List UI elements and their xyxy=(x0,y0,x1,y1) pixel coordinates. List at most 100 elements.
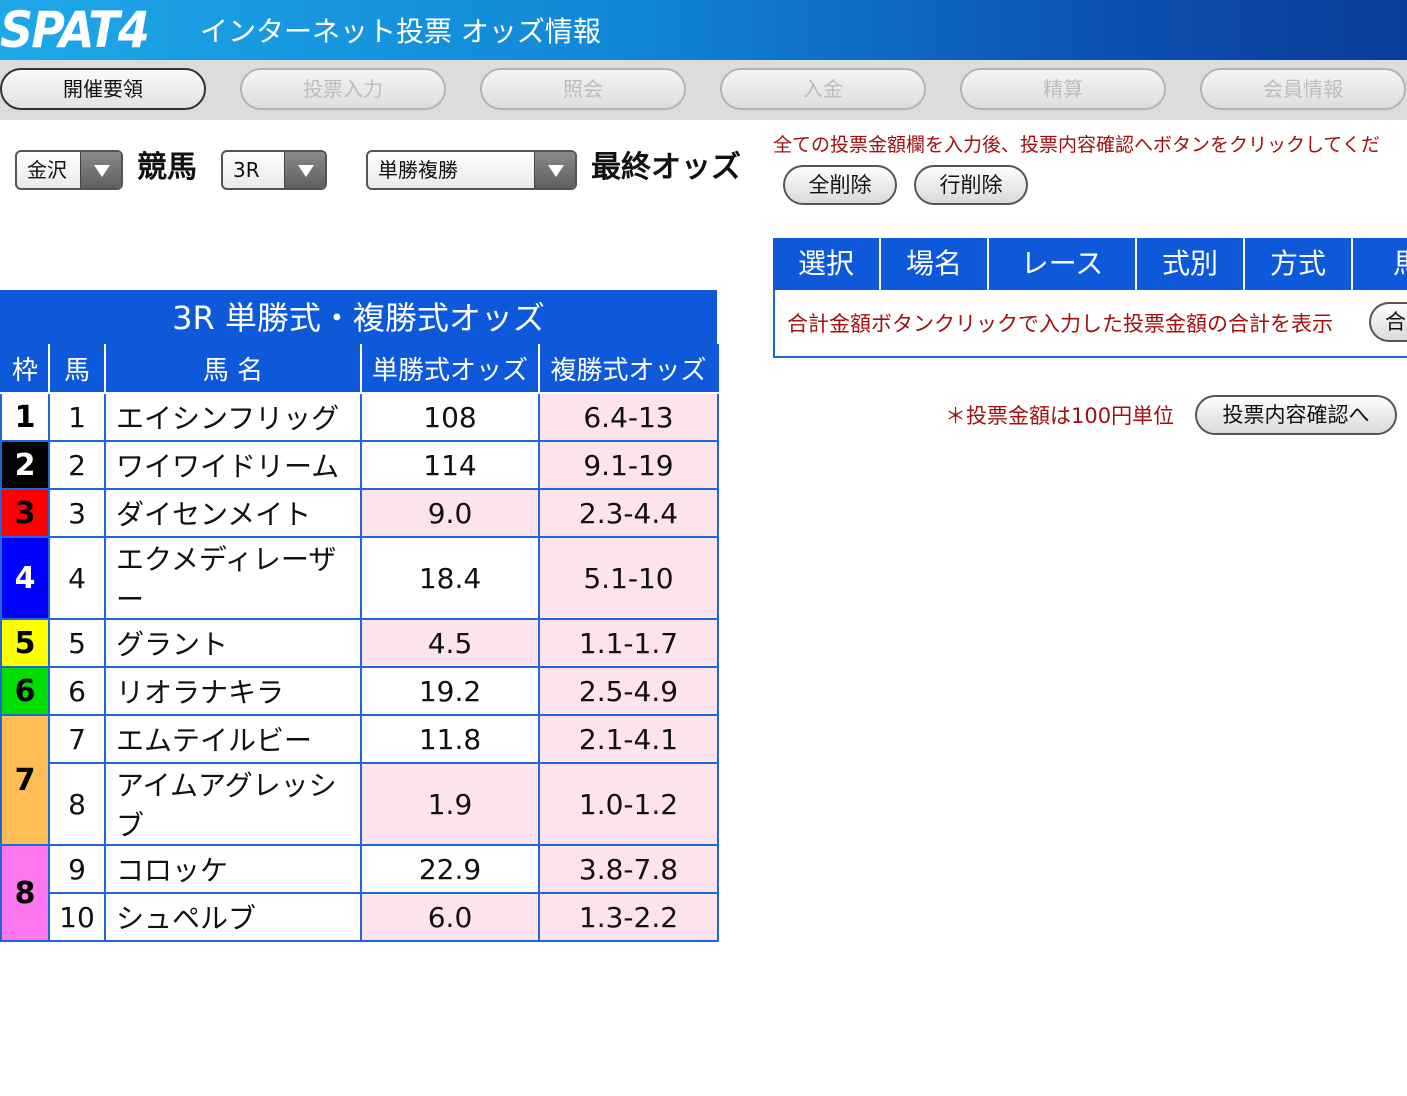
race-select[interactable]: 3R xyxy=(221,150,327,190)
table-row: 1 1 エイシンフリッグ 108 6.4-13 xyxy=(0,392,719,442)
cart-header-bet-type: 式別 xyxy=(1137,238,1245,290)
odds-table-container: 3R 単勝式・複勝式オッズ 枠 馬 馬 名 単勝式オッズ 複勝式オッズ 1 1 エイ… xyxy=(0,290,719,942)
win-odds-cell: 9.0 xyxy=(360,488,540,538)
cart-header-row: 選択 場名 レース 式別 方式 馬 xyxy=(773,238,1407,290)
total-amount-button[interactable]: 合 xyxy=(1369,302,1407,342)
place-odds-cell: 2.1-4.1 xyxy=(538,714,719,764)
place-odds-cell: 1.0-1.2 xyxy=(538,762,719,846)
place-odds-cell: 2.3-4.4 xyxy=(538,488,719,538)
table-row: 10 シュペルブ 6.0 1.3-2.2 xyxy=(1,892,719,942)
horse-name-cell: コロッケ xyxy=(104,844,362,894)
waku-cell: 6 xyxy=(0,666,50,716)
main-nav: 開催要領 投票入力 照会 入金 精算 会員情報 xyxy=(0,60,1407,120)
win-odds-cell: 114 xyxy=(360,440,540,490)
place-odds-cell: 2.5-4.9 xyxy=(538,666,719,716)
place-odds-cell: 6.4-13 xyxy=(538,392,719,442)
place-odds-cell: 3.8-7.8 xyxy=(538,844,719,894)
win-odds-cell: 18.4 xyxy=(360,536,540,620)
table-row: 3 3 ダイセンメイト 9.0 2.3-4.4 xyxy=(0,488,719,538)
cart-total-row: 合計金額ボタンクリックで入力した投票金額の合計を表示 合 xyxy=(773,290,1407,358)
header-place-odds: 複勝式オッズ xyxy=(538,344,719,394)
win-odds-cell: 108 xyxy=(360,392,540,442)
cart-header-venue: 場名 xyxy=(881,238,989,290)
cart-header-method: 方式 xyxy=(1245,238,1353,290)
waku-cell: 4 xyxy=(0,536,50,620)
race-select-value: 3R xyxy=(233,158,260,182)
bet-cart-table: 選択 場名 レース 式別 方式 馬 合計金額ボタンクリックで入力した投票金額の合… xyxy=(773,238,1407,358)
confirm-bet-button[interactable]: 投票内容確認へ xyxy=(1195,395,1397,435)
venue-select[interactable]: 金沢 xyxy=(15,150,123,190)
clear-all-button[interactable]: 全削除 xyxy=(783,165,897,205)
page-title: インターネット投票 オッズ情報 xyxy=(200,15,601,48)
dropdown-arrow-icon xyxy=(80,152,121,188)
horse-name-cell: アイムアグレッシブ xyxy=(104,762,362,846)
total-message: 合計金額ボタンクリックで入力した投票金額の合計を表示 xyxy=(787,312,1333,336)
horse-number-cell: 6 xyxy=(48,666,106,716)
horse-name-cell: エクメディレーザー xyxy=(104,536,362,620)
horse-number-cell: 10 xyxy=(48,892,106,942)
place-odds-cell: 9.1-19 xyxy=(538,440,719,490)
nav-button-settlement[interactable]: 精算 xyxy=(960,68,1166,110)
clear-row-button[interactable]: 行削除 xyxy=(914,165,1028,205)
bet-type-select[interactable]: 単勝複勝 xyxy=(366,150,577,190)
cart-header-select: 選択 xyxy=(773,238,881,290)
cart-header-race: レース xyxy=(989,238,1137,290)
win-odds-cell: 11.8 xyxy=(360,714,540,764)
odds-table-title: 3R 単勝式・複勝式オッズ xyxy=(0,290,717,344)
dropdown-arrow-icon xyxy=(534,152,575,188)
horse-number-cell: 3 xyxy=(48,488,106,538)
app-header: SPAT4 インターネット投票 オッズ情報 xyxy=(0,0,1407,60)
win-odds-cell: 22.9 xyxy=(360,844,540,894)
nav-button-member-info[interactable]: 会員情報 xyxy=(1200,68,1406,110)
horse-name-cell: ダイセンメイト xyxy=(104,488,362,538)
win-odds-cell: 19.2 xyxy=(360,666,540,716)
horse-name-cell: シュペルブ xyxy=(104,892,362,942)
table-row: 8 9 コロッケ 22.9 3.8-7.8 xyxy=(0,844,719,942)
place-odds-cell: 5.1-10 xyxy=(538,536,719,620)
waku-cell: 1 xyxy=(0,392,50,442)
header-horse-number: 馬 xyxy=(48,344,106,394)
horse-number-cell: 7 xyxy=(48,714,106,764)
cart-header-horse: 馬 xyxy=(1353,238,1407,290)
nav-button-bet-input[interactable]: 投票入力 xyxy=(240,68,446,110)
waku-cell: 8 xyxy=(0,844,50,942)
place-odds-cell: 1.3-2.2 xyxy=(538,892,719,942)
sport-label: 競馬 xyxy=(137,150,197,185)
horse-number-cell: 5 xyxy=(48,618,106,668)
horse-name-cell: グラント xyxy=(104,618,362,668)
horse-name-cell: リオラナキラ xyxy=(104,666,362,716)
spat4-logo: SPAT4 xyxy=(0,1,150,59)
horse-number-cell: 8 xyxy=(48,762,106,846)
horse-name-cell: エムテイルビー xyxy=(104,714,362,764)
horse-number-cell: 1 xyxy=(48,392,106,442)
waku-cell: 2 xyxy=(0,440,50,490)
table-row: 8 アイムアグレッシブ 1.9 1.0-1.2 xyxy=(1,762,719,846)
input-notice: 全ての投票金額欄を入力後、投票内容確認へボタンをクリックしてくだ xyxy=(773,134,1380,156)
header-win-odds: 単勝式オッズ xyxy=(360,344,540,394)
waku-cell: 3 xyxy=(0,488,50,538)
nav-button-schedule[interactable]: 開催要領 xyxy=(0,68,206,110)
win-odds-cell: 1.9 xyxy=(360,762,540,846)
win-odds-cell: 6.0 xyxy=(360,892,540,942)
horse-number-cell: 4 xyxy=(48,536,106,620)
nav-button-deposit[interactable]: 入金 xyxy=(720,68,926,110)
unit-note: ＊投票金額は100円単位 xyxy=(945,404,1175,428)
header-waku: 枠 xyxy=(0,344,50,394)
bet-type-select-value: 単勝複勝 xyxy=(378,158,458,182)
table-row: 7 7 エムテイルビー 11.8 2.1-4.1 xyxy=(0,714,719,846)
place-odds-cell: 1.1-1.7 xyxy=(538,618,719,668)
odds-table-header-row: 枠 馬 馬 名 単勝式オッズ 複勝式オッズ xyxy=(0,344,719,394)
header-horse-name: 馬 名 xyxy=(104,344,362,394)
dropdown-arrow-icon xyxy=(284,152,325,188)
table-row: 6 6 リオラナキラ 19.2 2.5-4.9 xyxy=(0,666,719,716)
venue-select-value: 金沢 xyxy=(27,158,67,182)
nav-button-inquiry[interactable]: 照会 xyxy=(480,68,686,110)
odds-table: 枠 馬 馬 名 単勝式オッズ 複勝式オッズ 1 1 エイシンフリッグ 108 6.4-1… xyxy=(0,344,719,942)
table-row: 5 5 グラント 4.5 1.1-1.7 xyxy=(0,618,719,668)
win-odds-cell: 4.5 xyxy=(360,618,540,668)
horse-number-cell: 9 xyxy=(48,844,106,894)
horse-name-cell: ワイワイドリーム xyxy=(104,440,362,490)
waku-cell: 5 xyxy=(0,618,50,668)
horse-number-cell: 2 xyxy=(48,440,106,490)
horse-name-cell: エイシンフリッグ xyxy=(104,392,362,442)
